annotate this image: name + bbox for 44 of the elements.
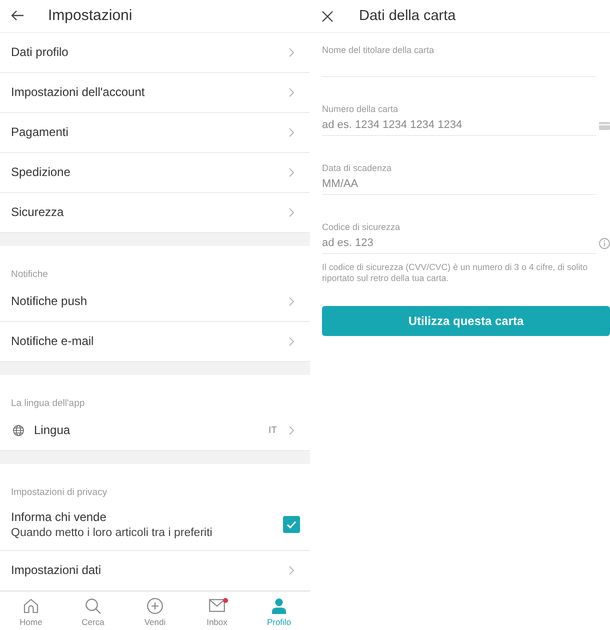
section-heading: Notifiche: [11, 268, 48, 281]
nav-tab[interactable]: Cerca: [62, 592, 124, 630]
menu-item[interactable]: Impostazioni dell'account: [0, 72, 310, 113]
field-label: Codice di sicurezza: [322, 221, 400, 233]
input-field[interactable]: MM/AA: [322, 174, 596, 195]
nav-tab[interactable]: Vendi: [124, 592, 186, 630]
home-icon: [23, 598, 39, 614]
chevron-right-icon: [289, 48, 294, 57]
nav-tab[interactable]: Home: [0, 592, 62, 630]
info-icon[interactable]: [599, 238, 610, 249]
chevron-right-icon: [289, 128, 294, 137]
input-field[interactable]: ad es. 123: [322, 233, 596, 254]
plus-circle-icon: [147, 598, 163, 614]
language-value: IT: [268, 424, 277, 436]
chevron-right-icon: [289, 88, 294, 97]
help-text: Il codice di sicurezza (CVV/CVC) è un numero di 3 o 4 cifre, di solito riportato sul retro della tua carta.: [322, 262, 588, 284]
close-icon[interactable]: [322, 10, 333, 22]
setting-description: Quando metto i loro articoli tra i preferiti: [11, 526, 212, 540]
chevron-right-icon: [289, 566, 294, 575]
menu-item[interactable]: Pagamenti: [0, 112, 310, 153]
section-heading: Impostazioni di privacy: [11, 486, 108, 499]
envelope-icon: [209, 599, 225, 612]
screen-title: Dati della carta: [359, 8, 456, 24]
nav-tab[interactable]: Inbox: [186, 592, 248, 630]
person-icon: [271, 598, 287, 614]
back-arrow-icon[interactable]: [11, 10, 24, 22]
field-label: Numero della carta: [322, 103, 398, 115]
checkbox[interactable]: [283, 516, 300, 534]
chevron-right-icon: [289, 296, 294, 306]
menu-item[interactable]: Dati profilo: [0, 32, 310, 73]
chevron-right-icon: [289, 336, 294, 346]
field-label: Data di scadenza: [322, 162, 392, 174]
menu-item[interactable]: Spedizione: [0, 152, 310, 193]
chevron-right-icon: [289, 168, 294, 177]
field-label: Nome del titolare della carta: [322, 44, 434, 56]
menu-item[interactable]: Notifiche push: [0, 282, 310, 322]
input-field[interactable]: ad es. 1234 1234 1234 1234: [322, 115, 596, 136]
globe-icon: [13, 424, 24, 436]
chevron-right-icon: [289, 208, 294, 217]
setting-title: Informa chi vende: [11, 510, 106, 524]
section-heading: La lingua dell'app: [11, 398, 85, 410]
screen-title: Impostazioni: [48, 7, 132, 24]
search-icon: [85, 598, 101, 614]
chevron-right-icon: [289, 426, 294, 435]
